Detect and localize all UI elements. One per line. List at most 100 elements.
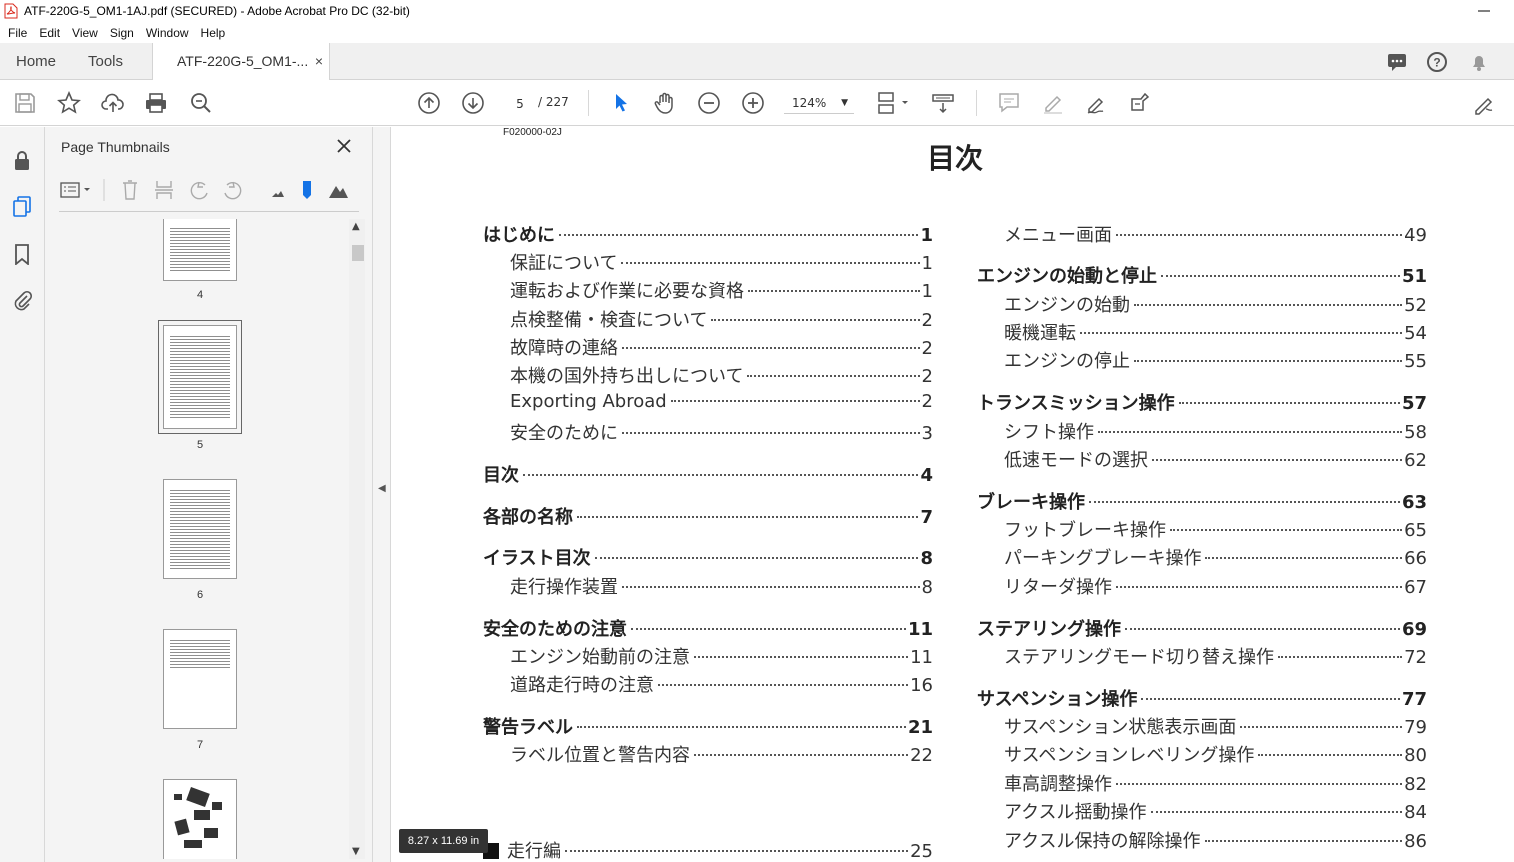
toc-entry[interactable]: メニュー画面 49 — [977, 221, 1427, 247]
toc-entry[interactable]: リターダ操作 67 — [977, 573, 1427, 599]
toc-entry[interactable]: トランスミッション操作 57 — [977, 389, 1427, 415]
toc-entry[interactable]: 運転および作業に必要な資格 1 — [483, 277, 933, 303]
toc-entry[interactable]: エンジンの始動と停止 51 — [977, 262, 1427, 288]
toc-entry-title: 保証について — [510, 253, 618, 274]
panel-collapse-handle[interactable]: ◀ — [373, 127, 391, 862]
toc-entry[interactable]: 各部の名称 7 — [483, 503, 933, 529]
toc-entry[interactable]: 目次 4 — [483, 461, 933, 487]
page-thumbnail-selected[interactable] — [158, 320, 242, 434]
zoom-out-icon[interactable] — [697, 91, 721, 115]
toc-entry[interactable]: 走行編 25 — [483, 837, 933, 862]
toc-entry[interactable]: イラスト目次 8 — [483, 544, 933, 570]
toc-entry[interactable]: 道路走行時の注意 16 — [483, 671, 933, 697]
toolbar-divider — [976, 90, 977, 116]
toc-entry-page: 1 — [921, 253, 933, 274]
toc-entry[interactable]: エンジンの始動 52 — [977, 291, 1427, 317]
toc-entry[interactable]: サスペンション操作 77 — [977, 685, 1427, 711]
toc-entry[interactable]: ラベル位置と警告内容 22 — [483, 741, 933, 767]
save-icon[interactable] — [13, 91, 37, 115]
search-zoom-icon[interactable] — [189, 91, 213, 115]
toc-entry[interactable]: 保証について 1 — [483, 249, 933, 275]
toc-entry[interactable]: はじめに 1 — [483, 221, 933, 247]
toc-entry[interactable]: 低速モードの選択 62 — [977, 446, 1427, 472]
toc-entry[interactable]: ステアリングモード切り替え操作 72 — [977, 643, 1427, 669]
thumbnail-scrollbar[interactable]: ▲ ▼ — [349, 219, 365, 859]
help-icon[interactable]: ? — [1426, 51, 1448, 73]
menu-help[interactable]: Help — [201, 26, 226, 40]
menu-sign[interactable]: Sign — [110, 26, 134, 40]
toc-entry[interactable]: Exporting Abroad 2 — [483, 391, 933, 417]
toc-entry[interactable]: 点検整備・検査について 2 — [483, 306, 933, 332]
menu-view[interactable]: View — [72, 26, 98, 40]
attachments-paperclip-icon[interactable] — [11, 289, 33, 311]
bookmarks-icon[interactable] — [11, 243, 33, 266]
select-cursor-icon[interactable] — [609, 91, 633, 115]
minimize-button[interactable] — [1474, 0, 1494, 22]
toc-entry[interactable]: アクスル保持の解除操作 86 — [977, 827, 1427, 853]
toc-entry[interactable]: 警告ラベル 21 — [483, 713, 933, 739]
dot-leader — [594, 557, 919, 559]
toc-entry[interactable]: フットブレーキ操作 65 — [977, 516, 1427, 542]
page-display-icon[interactable] — [876, 91, 910, 115]
toc-entry[interactable]: エンジン始動前の注意 11 — [483, 643, 933, 669]
lock-icon[interactable] — [11, 149, 33, 171]
scroll-up-icon[interactable]: ▲ — [352, 221, 360, 232]
menu-window[interactable]: Window — [146, 26, 189, 40]
toolbar-divider — [588, 90, 589, 116]
toc-entry[interactable]: シフト操作 58 — [977, 418, 1427, 444]
page-thumbnails-icon[interactable] — [11, 195, 33, 217]
fill-sign-icon[interactable] — [1472, 91, 1496, 115]
toc-entry[interactable]: エンジンの停止 55 — [977, 347, 1427, 373]
page-thumbnail[interactable] — [163, 779, 237, 859]
close-tab-icon[interactable]: × — [315, 43, 323, 80]
toc-entry[interactable]: 暖機運転 54 — [977, 319, 1427, 345]
toc-entry[interactable]: ブレーキ操作 63 — [977, 488, 1427, 514]
page-number-input[interactable]: 5 — [507, 92, 533, 114]
tab-tools[interactable]: Tools — [88, 43, 123, 80]
tab-home[interactable]: Home — [16, 43, 56, 80]
toc-entry-page: 62 — [1404, 450, 1427, 471]
scroll-down-icon[interactable]: ▼ — [352, 846, 360, 857]
toc-entry[interactable]: ステアリング操作 69 — [977, 615, 1427, 641]
scroll-mode-icon[interactable] — [931, 91, 955, 115]
previous-page-icon[interactable] — [417, 91, 441, 115]
document-view[interactable]: F020000-02J 目次 はじめに 1 保証について 1 運転および作業に必要な資格… — [391, 127, 1514, 862]
page-thumbnail[interactable] — [163, 219, 237, 281]
dot-leader — [622, 432, 920, 434]
highlight-pen-icon[interactable] — [1041, 91, 1065, 115]
notification-bell-icon[interactable] — [1468, 51, 1490, 73]
zoom-level-select[interactable]: 124% ▼ — [784, 92, 854, 114]
toc-entry[interactable]: 走行操作装置 8 — [483, 573, 933, 599]
close-panel-icon[interactable] — [335, 137, 353, 155]
dot-leader — [658, 684, 909, 686]
next-page-icon[interactable] — [461, 91, 485, 115]
toc-entry[interactable]: 故障時の連絡 2 — [483, 334, 933, 360]
tab-document[interactable]: ATF-220G-5_OM1-... × — [152, 43, 330, 81]
toc-entry[interactable]: サスペンションレベリング操作 80 — [977, 741, 1427, 767]
toc-entry[interactable]: パーキングブレーキ操作 66 — [977, 544, 1427, 570]
print-icon[interactable] — [144, 91, 168, 115]
menu-file[interactable]: File — [8, 26, 27, 40]
page-thumbnail[interactable] — [163, 629, 237, 729]
collapse-arrow-icon: ◀ — [378, 483, 386, 494]
comment-icon[interactable] — [1386, 51, 1408, 73]
toc-entry[interactable]: 本機の国外持ち出しについて 2 — [483, 362, 933, 388]
stamp-tag-icon[interactable] — [1129, 91, 1153, 115]
toc-entry[interactable]: 安全のために 3 — [483, 419, 933, 445]
menu-edit[interactable]: Edit — [39, 26, 60, 40]
toc-entry-page: 66 — [1404, 548, 1427, 569]
toc-entry[interactable]: 安全のための注意 11 — [483, 615, 933, 641]
toc-entry-page: 65 — [1404, 520, 1427, 541]
toc-entry[interactable]: アクスル揺動操作 84 — [977, 798, 1427, 824]
toc-entry[interactable]: 車高調整操作 82 — [977, 770, 1427, 796]
add-comment-icon[interactable] — [997, 91, 1021, 115]
bookmark-star-icon[interactable] — [57, 90, 81, 115]
hand-tool-icon[interactable] — [653, 91, 677, 115]
upload-share-icon[interactable] — [101, 91, 125, 115]
draw-sign-icon[interactable] — [1085, 91, 1109, 115]
dot-leader — [1150, 811, 1403, 813]
zoom-in-icon[interactable] — [741, 91, 765, 115]
scrollbar-thumb[interactable] — [352, 245, 364, 261]
toc-entry[interactable]: サスペンション状態表示画面 79 — [977, 713, 1427, 739]
page-thumbnail[interactable] — [163, 479, 237, 579]
